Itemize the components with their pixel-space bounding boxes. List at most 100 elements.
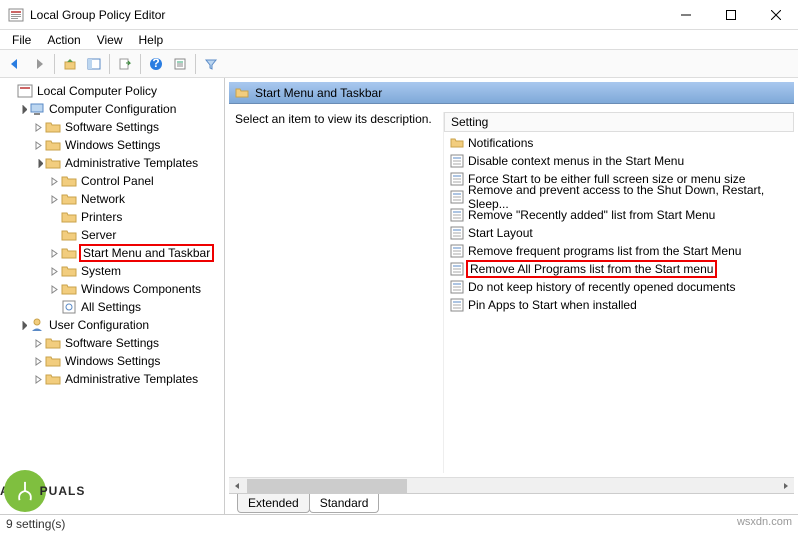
setting-icon — [450, 262, 464, 276]
tree-windows-settings[interactable]: Windows Settings — [0, 136, 224, 154]
setting-icon — [450, 280, 464, 294]
up-button[interactable] — [59, 53, 81, 75]
tree-root[interactable]: Local Computer Policy — [0, 82, 224, 100]
detail-pane: Start Menu and Taskbar Select an item to… — [225, 78, 798, 514]
show-hide-tree-button[interactable] — [83, 53, 105, 75]
tree-software-settings[interactable]: Software Settings — [0, 118, 224, 136]
expand-blank — [48, 301, 60, 313]
folder-icon — [45, 335, 61, 351]
list-item[interactable]: Notifications — [444, 134, 794, 152]
menu-view[interactable]: View — [89, 31, 131, 49]
tree-user-admin-templates[interactable]: Administrative Templates — [0, 370, 224, 388]
tree-user-windows-settings[interactable]: Windows Settings — [0, 352, 224, 370]
folder-icon — [61, 245, 77, 261]
tree-label: Printers — [81, 210, 122, 224]
tree-system[interactable]: System — [0, 262, 224, 280]
folder-icon — [45, 155, 61, 171]
list-item[interactable]: Disable context menus in the Start Menu — [444, 152, 794, 170]
column-setting[interactable]: Setting — [444, 112, 794, 132]
list-item[interactable]: Do not keep history of recently opened d… — [444, 278, 794, 296]
maximize-button[interactable] — [708, 0, 753, 29]
menu-file[interactable]: File — [4, 31, 39, 49]
tree-label: Start Menu and Taskbar — [79, 244, 214, 262]
folder-icon — [235, 86, 249, 100]
tree-control-panel[interactable]: Control Panel — [0, 172, 224, 190]
tree-pane[interactable]: Local Computer Policy Computer Configura… — [0, 78, 225, 514]
chevron-right-icon[interactable] — [48, 193, 60, 205]
tree-start-menu-taskbar[interactable]: Start Menu and Taskbar — [0, 244, 224, 262]
scroll-thumb[interactable] — [247, 479, 407, 493]
chevron-right-icon[interactable] — [32, 121, 44, 133]
detail-header: Start Menu and Taskbar — [229, 82, 794, 104]
back-button[interactable] — [4, 53, 26, 75]
menu-help[interactable]: Help — [131, 31, 172, 49]
setting-icon — [450, 226, 464, 240]
filter-button[interactable] — [200, 53, 222, 75]
toolbar-sep — [140, 54, 141, 74]
tree-label: Computer Configuration — [49, 102, 176, 116]
toolbar-sep — [109, 54, 110, 74]
scroll-left-icon[interactable] — [229, 478, 245, 494]
horizontal-scrollbar[interactable] — [229, 477, 794, 493]
chevron-right-icon[interactable] — [48, 175, 60, 187]
watermark: wsxdn.com — [737, 516, 792, 528]
tree-admin-templates[interactable]: Administrative Templates — [0, 154, 224, 172]
tree-all-settings[interactable]: All Settings — [0, 298, 224, 316]
chevron-right-icon[interactable] — [32, 355, 44, 367]
settings-sheet-icon — [61, 299, 77, 315]
tree-computer-configuration[interactable]: Computer Configuration — [0, 100, 224, 118]
chevron-down-icon[interactable] — [16, 103, 28, 115]
brand-overlay: A PUALS — [0, 470, 85, 512]
detail-header-label: Start Menu and Taskbar — [255, 86, 382, 100]
tree-label: Windows Settings — [65, 138, 160, 152]
minimize-button[interactable] — [663, 0, 708, 29]
detail-body: Select an item to view its description. … — [225, 104, 798, 477]
chevron-right-icon[interactable] — [32, 373, 44, 385]
list-item-remove-all-programs[interactable]: Remove All Programs list from the Start … — [444, 260, 794, 278]
list-label: Disable context menus in the Start Menu — [468, 154, 684, 168]
tree-user-software-settings[interactable]: Software Settings — [0, 334, 224, 352]
list-item[interactable]: Start Layout — [444, 224, 794, 242]
setting-icon — [450, 154, 464, 168]
tree-network[interactable]: Network — [0, 190, 224, 208]
folder-icon — [61, 263, 77, 279]
setting-icon — [450, 298, 464, 312]
tab-standard[interactable]: Standard — [309, 494, 380, 513]
tree-label: Administrative Templates — [65, 372, 198, 386]
chevron-down-icon[interactable] — [32, 157, 44, 169]
chevron-right-icon[interactable] — [48, 283, 60, 295]
folder-icon — [61, 281, 77, 297]
expand-blank — [48, 229, 60, 241]
export-button[interactable] — [114, 53, 136, 75]
detail-description: Select an item to view its description. — [229, 112, 444, 473]
scroll-right-icon[interactable] — [778, 478, 794, 494]
list-item[interactable]: Remove and prevent access to the Shut Do… — [444, 188, 794, 206]
properties-button[interactable] — [169, 53, 191, 75]
folder-icon — [45, 353, 61, 369]
chevron-down-icon[interactable] — [4, 85, 16, 97]
tab-extended[interactable]: Extended — [237, 494, 310, 513]
tree-label: All Settings — [81, 300, 141, 314]
setting-icon — [450, 244, 464, 258]
close-button[interactable] — [753, 0, 798, 29]
list-item[interactable]: Remove frequent programs list from the S… — [444, 242, 794, 260]
toolbar: ? — [0, 50, 798, 78]
chevron-right-icon[interactable] — [32, 337, 44, 349]
detail-list[interactable]: Setting Notifications Disable context me… — [444, 112, 794, 473]
forward-button[interactable] — [28, 53, 50, 75]
tree-windows-components[interactable]: Windows Components — [0, 280, 224, 298]
menu-action[interactable]: Action — [39, 31, 88, 49]
chevron-down-icon[interactable] — [16, 319, 28, 331]
tree-label: Control Panel — [81, 174, 154, 188]
list-label: Remove frequent programs list from the S… — [468, 244, 741, 258]
list-item[interactable]: Pin Apps to Start when installed — [444, 296, 794, 314]
chevron-right-icon[interactable] — [48, 247, 60, 259]
tree-label: Software Settings — [65, 120, 159, 134]
tree-user-configuration[interactable]: User Configuration — [0, 316, 224, 334]
chevron-right-icon[interactable] — [48, 265, 60, 277]
chevron-right-icon[interactable] — [32, 139, 44, 151]
help-button[interactable]: ? — [145, 53, 167, 75]
status-text: 9 setting(s) — [6, 517, 65, 531]
tree-printers[interactable]: Printers — [0, 208, 224, 226]
tree-server[interactable]: Server — [0, 226, 224, 244]
